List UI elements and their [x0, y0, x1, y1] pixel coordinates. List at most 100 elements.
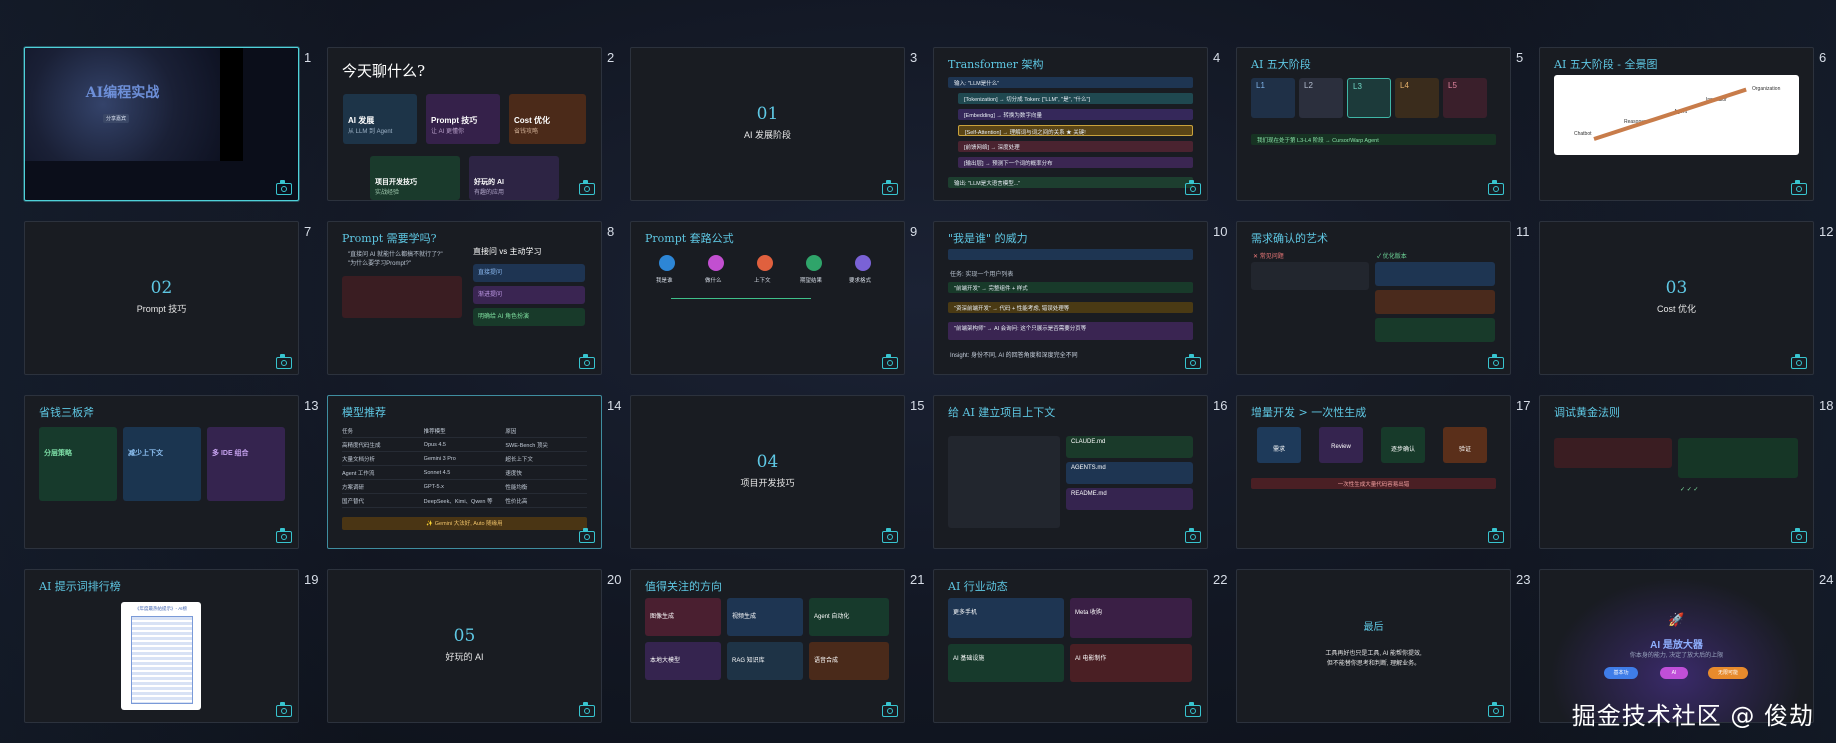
section-number: 03 [1665, 278, 1688, 298]
slide-number: 6 [1819, 50, 1827, 65]
slide-number: 5 [1516, 50, 1524, 65]
camera-icon[interactable] [276, 528, 292, 543]
slide-number: 17 [1516, 398, 1531, 413]
footer-tip: ✨ Gemini 大法好, Auto 随缘用 [342, 517, 587, 530]
topic-card: 项目开发技巧 实战经验 [370, 156, 460, 200]
camera-icon[interactable] [276, 354, 292, 369]
slide-thumbnail-6[interactable]: AI 五大阶段 - 全景图 Chatbot Reasoner Agent Inn… [1539, 47, 1826, 201]
camera-icon[interactable] [1185, 180, 1201, 195]
context-file: AGENTS.md [1066, 462, 1193, 484]
slide-thumbnail-7[interactable]: 02 Prompt 技巧 7 [24, 221, 311, 375]
slide-thumbnail-22[interactable]: AI 行业动态 更多手机 Meta 收购 AI 基础设施 AI 电影制作 22 [933, 569, 1227, 723]
table-row: 高精度代码生成 Opus 4.5 SWE-Bench 顶尖 [342, 438, 587, 452]
slide-thumbnail-14[interactable]: 模型推荐 任务 推荐模型 原因 高精度代码生成 Opus 4.5 SWE-Bench 顶… [327, 395, 621, 549]
flow-step: Review [1319, 427, 1363, 463]
slide-number: 12 [1819, 224, 1834, 239]
camera-icon[interactable] [1791, 354, 1807, 369]
bullet: "为什么要学习Prompt?" [348, 261, 411, 267]
camera-icon[interactable] [882, 180, 898, 195]
slide-thumbnail-16[interactable]: 给 AI 建立项目上下文 CLAUDE.md AGENTS.md README.… [933, 395, 1227, 549]
direction-card: 图像生成 [645, 598, 721, 636]
slide-thumbnail-15[interactable]: 04 项目开发技巧 15 [630, 395, 924, 549]
good-label: ✓ 优化版本 [1377, 254, 1407, 260]
section-number: 02 [150, 278, 173, 298]
slide-title: Transformer 架构 [948, 58, 1044, 71]
slide-thumbnail-13[interactable]: 省钱三板斧 分层策略 减少上下文 多 IDE 组合 13 [24, 395, 318, 549]
news-card: AI 基础设施 [948, 644, 1064, 682]
camera-icon[interactable] [1488, 528, 1504, 543]
slide-title: AI 五大阶段 - 全景图 [1554, 58, 1658, 71]
slide-thumbnail-20[interactable]: 05 好玩的 AI 20 [327, 569, 621, 723]
camera-icon[interactable] [1488, 702, 1504, 717]
camera-icon[interactable] [579, 180, 595, 195]
watermark: 掘金技术社区 @ 俊劫 [1571, 702, 1814, 730]
camera-icon[interactable] [579, 528, 595, 543]
ranking-image: 《年度最热帖提示》- AI榜 [121, 602, 201, 710]
cover-image [25, 48, 220, 161]
direction-card: Agent 自动化 [809, 598, 889, 636]
slide-number: 23 [1516, 572, 1531, 587]
slide-title: 需求确认的艺术 [1251, 232, 1328, 245]
closing-line: 工具再好也只是工具, AI 能帮你提效, [1325, 651, 1422, 657]
slide-thumbnail-9[interactable]: Prompt 套路公式 我是谁 做什么 上下文 期望结果 要求格式 9 [630, 221, 917, 375]
slide-thumbnail-2[interactable]: 今天聊什么? AI 发展从 LLM 到 Agent Prompt 技巧让 AI … [327, 47, 614, 201]
topic-card: AI 发展从 LLM 到 Agent [343, 94, 417, 144]
camera-icon[interactable] [276, 702, 292, 717]
camera-icon[interactable] [1791, 528, 1807, 543]
slide-thumbnail-3[interactable]: 01 AI 发展阶段 3 [630, 47, 917, 201]
slide-number: 20 [607, 572, 622, 587]
slide-number: 16 [1213, 398, 1228, 413]
camera-icon[interactable] [1185, 354, 1201, 369]
flow-row: [输出层] → 预测下一个词的概率分布 [958, 157, 1193, 168]
example-row: "前端开发" → 完整组件 + 样式 [948, 282, 1193, 293]
camera-icon[interactable] [1488, 354, 1504, 369]
slide-thumbnail-10[interactable]: "我是谁" 的威力 任务: 实现一个用户列表 "前端开发" → 完整组件 + 样… [933, 221, 1227, 375]
flow-row: 输入: "LLM是什么" [948, 77, 1193, 88]
slide-thumbnail-5[interactable]: AI 五大阶段 L1 L2 L3 L4 L5 我们现在处于第 L3-L4 阶段 … [1236, 47, 1523, 201]
camera-icon[interactable] [276, 180, 292, 195]
slide-subtitle: 你本身的能力, 决定了放大后的上限 [1629, 653, 1724, 659]
camera-icon[interactable] [882, 528, 898, 543]
camera-icon[interactable] [1185, 528, 1201, 543]
camera-icon[interactable] [579, 354, 595, 369]
insight-line: Insight: 身份不同, AI 的回答角度和深度完全不同 [950, 353, 1078, 359]
presenter-badge: 分享嘉宾 [103, 114, 130, 123]
slide-title: 模型推荐 [342, 406, 386, 419]
good-example [1678, 438, 1798, 478]
stage-note: 我们现在处于第 L3-L4 阶段 → Cursor/Warp Agent [1251, 134, 1496, 145]
flow-row: [Tokenization] → 切分成 Token: ["LLM", "是",… [958, 93, 1193, 104]
camera-icon[interactable] [579, 702, 595, 717]
table-row: 国产替代 DeepSeek、Kimi、Qwen 等性价比高 [342, 494, 587, 508]
slide-title: AI 五大阶段 [1251, 58, 1311, 71]
slide-thumbnail-12[interactable]: 03 Cost 优化 12 [1539, 221, 1833, 375]
slide-number: 21 [910, 572, 925, 587]
slide-number: 10 [1213, 224, 1228, 239]
camera-icon[interactable] [1185, 702, 1201, 717]
flow-row: [Self-Attention] → 理解词与词之间的关系 ★ 关键! [958, 125, 1193, 136]
slide-thumbnail-19[interactable]: AI 提示词排行榜 《年度最热帖提示》- AI榜 19 [24, 569, 318, 723]
slide-thumbnail-8[interactable]: Prompt 需要学吗? "直接问 AI 就能什么都搞不就行了?" "为什么要学… [327, 221, 614, 375]
camera-icon[interactable] [1488, 180, 1504, 195]
news-card: AI 电影制作 [1070, 644, 1192, 682]
slide-subtitle: 直接问 vs 主动学习 [473, 247, 542, 256]
slide-thumbnail-11[interactable]: 需求确认的艺术 ✕ 常见问题 ✓ 优化版本 11 [1236, 221, 1530, 375]
slide-thumbnail-17[interactable]: 增量开发 > 一次性生成 需求 Review 逐步确认 验证 一次性生成大量代码… [1236, 395, 1530, 549]
slide-thumbnail-21[interactable]: 值得关注的方向 图像生成 视频生成 Agent 自动化 本地大模型 RAG 知识… [630, 569, 924, 723]
topic-card: Prompt 技巧让 AI 更懂你 [426, 94, 500, 144]
slide-number: 2 [607, 50, 615, 65]
section-number: 04 [756, 452, 779, 472]
flow-row: [Embedding] → 转换为数字向量 [958, 109, 1193, 120]
slide-thumbnail-4[interactable]: Transformer 架构 输入: "LLM是什么" [Tokenizatio… [933, 47, 1220, 201]
camera-icon[interactable] [882, 702, 898, 717]
slide-thumbnail-23[interactable]: 最后 工具再好也只是工具, AI 能帮你提效, 但不能替你思考和判断, 理解业务… [1236, 569, 1530, 723]
slide-thumbnail-1[interactable]: AI编程实战 分享嘉宾 1 [24, 47, 311, 201]
topic-card: 好玩的 AI 有趣的应用 [469, 156, 559, 200]
slide-thumbnail-18[interactable]: 调试黄金法则 ✓ ✓ ✓ 18 [1539, 395, 1833, 549]
slide-number: 24 [1819, 572, 1834, 587]
camera-icon[interactable] [1791, 180, 1807, 195]
bad-example [1251, 262, 1369, 290]
warning-bar: 一次性生成大量代码容易出错 [1251, 478, 1496, 489]
slide-number: 1 [304, 50, 312, 65]
camera-icon[interactable] [882, 354, 898, 369]
formula-step: 期望结果 [800, 278, 823, 284]
